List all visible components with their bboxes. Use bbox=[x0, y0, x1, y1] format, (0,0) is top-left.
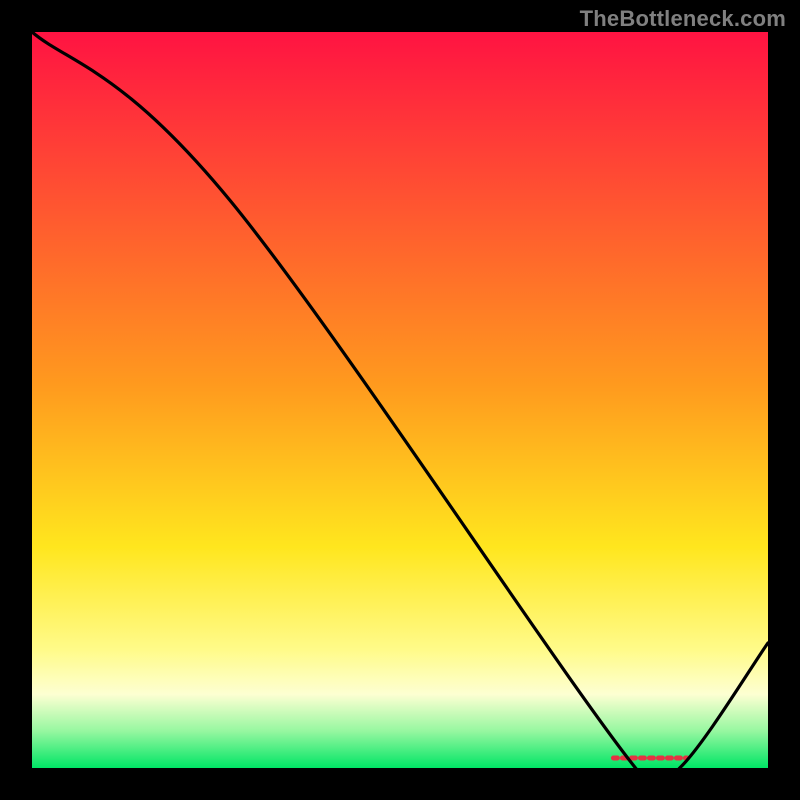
plot-background bbox=[32, 32, 768, 768]
chart-svg bbox=[0, 0, 800, 800]
chart-container: TheBottleneck.com bbox=[0, 0, 800, 800]
watermark-text: TheBottleneck.com bbox=[580, 6, 786, 32]
